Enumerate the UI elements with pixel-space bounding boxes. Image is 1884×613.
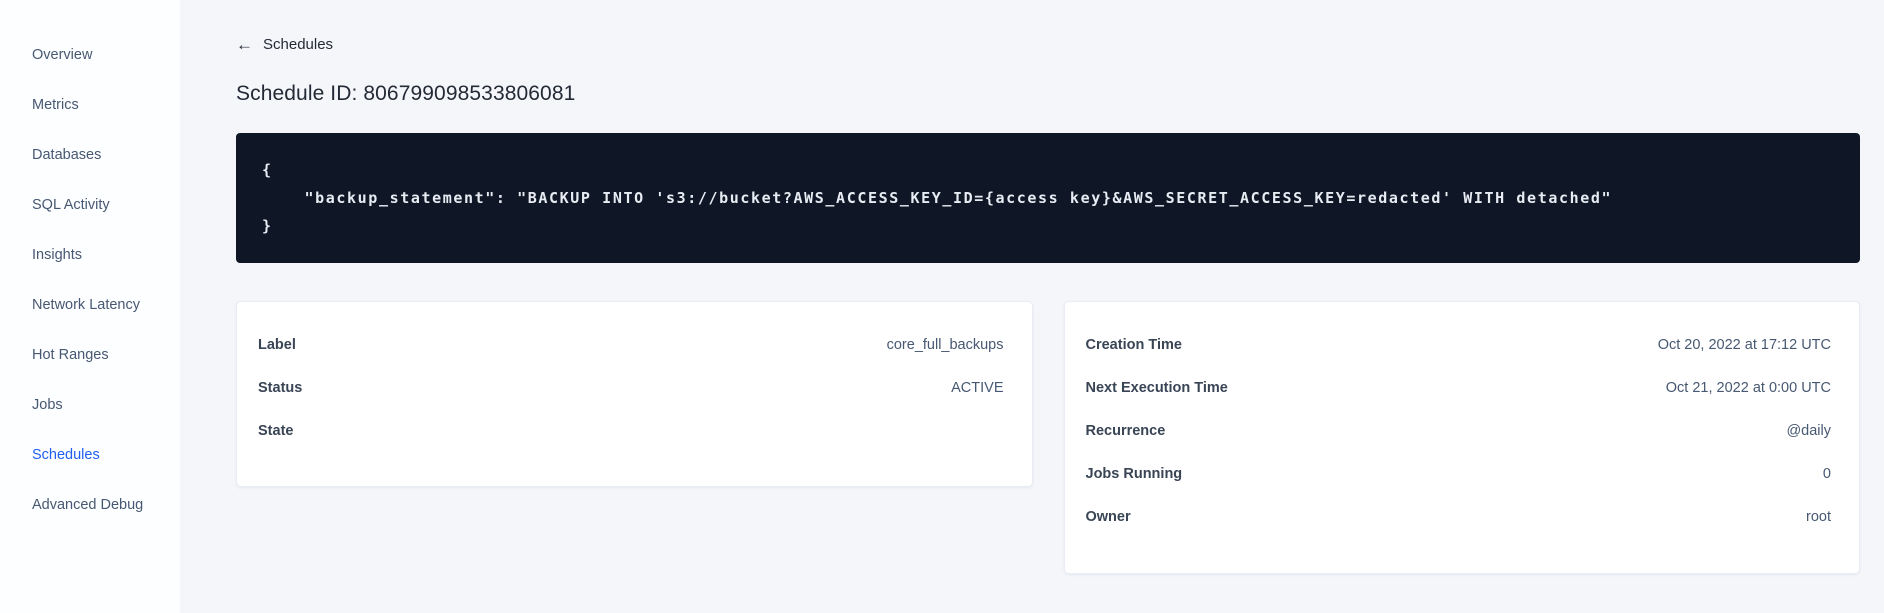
sidebar-item-jobs[interactable]: Jobs xyxy=(0,380,180,430)
detail-row-label: Label core_full_backups xyxy=(258,323,1004,366)
sidebar-item-hot-ranges[interactable]: Hot Ranges xyxy=(0,330,180,380)
detail-row-jobs-running: Jobs Running 0 xyxy=(1086,452,1832,495)
detail-label: Jobs Running xyxy=(1085,465,1183,482)
schedule-summary-card: Label core_full_backups Status ACTIVE St… xyxy=(236,301,1033,487)
detail-label: Status xyxy=(258,379,303,396)
detail-value: ACTIVE xyxy=(951,379,1004,396)
backup-statement-code: { "backup_statement": "BACKUP INTO 's3:/… xyxy=(262,161,1613,235)
app-window: Overview Metrics Databases SQL Activity … xyxy=(0,0,1884,613)
page-title: Schedule ID: 806799098533806081 xyxy=(236,82,576,105)
detail-row-next-execution-time: Next Execution Time Oct 21, 2022 at 0:00… xyxy=(1086,366,1832,409)
detail-label: Creation Time xyxy=(1085,336,1182,353)
sidebar-item-advanced-debug[interactable]: Advanced Debug xyxy=(0,480,180,530)
sidebar-item-insights[interactable]: Insights xyxy=(0,230,180,280)
sidebar-item-network-latency[interactable]: Network Latency xyxy=(0,280,180,330)
sidebar-item-sql-activity[interactable]: SQL Activity xyxy=(0,180,180,230)
back-link[interactable]: ← Schedules xyxy=(236,36,333,53)
detail-label: Owner xyxy=(1085,508,1131,525)
sidebar-nav: Overview Metrics Databases SQL Activity … xyxy=(0,0,180,613)
detail-value: root xyxy=(1806,508,1831,525)
detail-row-status: Status ACTIVE xyxy=(258,366,1004,409)
detail-value: Oct 20, 2022 at 17:12 UTC xyxy=(1657,336,1831,353)
execution-details-card: Creation Time Oct 20, 2022 at 17:12 UTC … xyxy=(1063,301,1860,574)
main-content: ← Schedules Schedule ID: 806799098533806… xyxy=(180,0,1884,613)
detail-value: Oct 21, 2022 at 0:00 UTC xyxy=(1665,379,1831,396)
detail-value: core_full_backups xyxy=(886,336,1004,353)
sidebar-item-schedules[interactable]: Schedules xyxy=(0,430,180,480)
sidebar-item-metrics[interactable]: Metrics xyxy=(0,80,180,130)
detail-cards: Label core_full_backups Status ACTIVE St… xyxy=(236,301,1860,574)
back-link-label: Schedules xyxy=(263,36,334,53)
detail-row-recurrence: Recurrence @daily xyxy=(1086,409,1832,452)
detail-label: State xyxy=(258,422,294,439)
detail-label: Next Execution Time xyxy=(1085,379,1228,396)
detail-label: Label xyxy=(258,336,296,353)
detail-label: Recurrence xyxy=(1085,422,1166,439)
sidebar-item-overview[interactable]: Overview xyxy=(0,30,180,80)
left-arrow-icon: ← xyxy=(236,35,253,54)
detail-value: 0 xyxy=(1822,465,1831,482)
detail-value: @daily xyxy=(1786,422,1831,439)
backup-statement-code-block: { "backup_statement": "BACKUP INTO 's3:/… xyxy=(236,133,1860,263)
detail-row-owner: Owner root xyxy=(1086,495,1832,538)
sidebar-item-databases[interactable]: Databases xyxy=(0,130,180,180)
detail-row-creation-time: Creation Time Oct 20, 2022 at 17:12 UTC xyxy=(1086,323,1832,366)
detail-row-state: State xyxy=(258,409,1004,452)
